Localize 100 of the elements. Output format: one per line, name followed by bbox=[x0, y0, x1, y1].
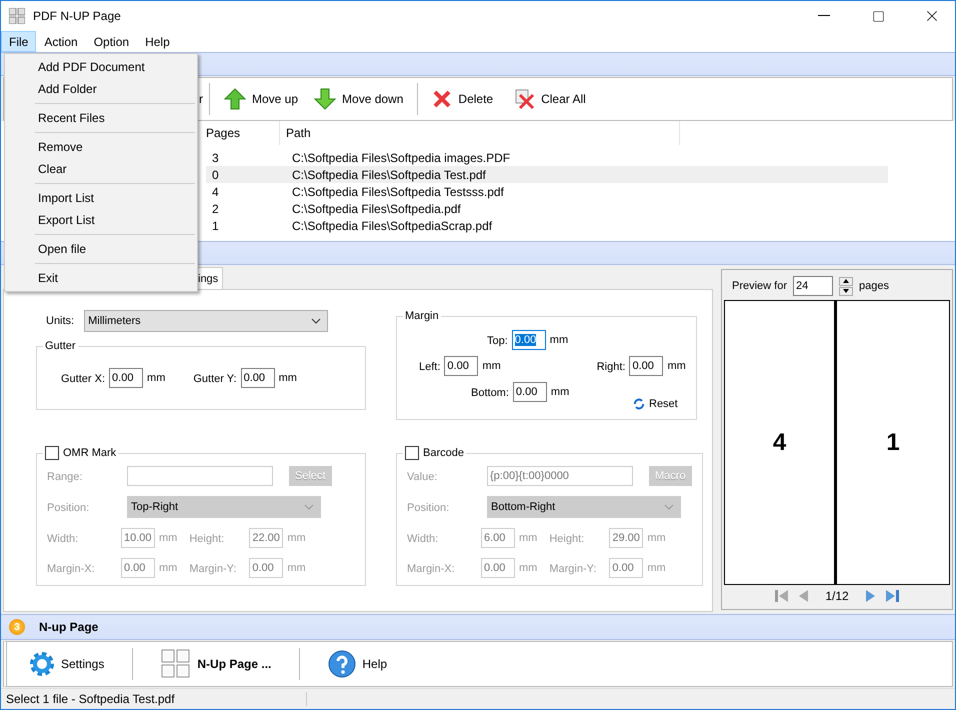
unit-label: mm bbox=[159, 532, 178, 544]
unit-label: mm bbox=[550, 386, 570, 398]
menu-item[interactable]: Add PDF Document bbox=[5, 56, 197, 78]
spin-up-button[interactable] bbox=[839, 276, 854, 286]
menu-item[interactable]: Exit bbox=[5, 267, 197, 289]
menu-item[interactable]: Recent Files bbox=[5, 107, 197, 129]
table-row[interactable]: 0 C:\Softpedia Files\Softpedia Test.pdf bbox=[206, 166, 888, 183]
field-label: Preview for bbox=[732, 280, 788, 292]
chevron-icon bbox=[664, 504, 674, 510]
unit-label: mm bbox=[647, 532, 666, 544]
last-page-icon[interactable] bbox=[884, 590, 899, 602]
four-pages-icon bbox=[161, 649, 192, 679]
field-label: pages bbox=[859, 280, 890, 292]
unit-label: mm bbox=[667, 360, 686, 372]
up-triangle-icon bbox=[843, 279, 850, 283]
field-label: Width: bbox=[407, 533, 438, 545]
menu-item[interactable]: Option bbox=[86, 31, 138, 52]
menu-item[interactable]: Remove bbox=[5, 136, 197, 158]
section-title: N-up Page bbox=[39, 620, 98, 634]
action-button[interactable]: Settings bbox=[7, 645, 126, 683]
unit-label: mm bbox=[519, 562, 538, 574]
units-dropdown[interactable]: Millimeters bbox=[84, 310, 328, 332]
table-row[interactable]: 3 C:\Softpedia Files\Softpedia images.PDF bbox=[206, 149, 888, 166]
checkbox-label: Barcode bbox=[423, 447, 464, 459]
toolbar-button[interactable]: Delete bbox=[424, 82, 502, 116]
menu-item[interactable]: File bbox=[1, 31, 36, 52]
arrow-down-icon bbox=[314, 88, 336, 110]
action-button[interactable]: Help bbox=[306, 645, 410, 683]
field-label: Units: bbox=[46, 315, 74, 327]
reset-button[interactable]: Reset bbox=[633, 398, 678, 410]
unit-label: mm bbox=[519, 532, 538, 544]
previous-icon[interactable] bbox=[799, 590, 810, 602]
menu-item[interactable]: Open file bbox=[5, 238, 197, 260]
help-icon bbox=[328, 650, 356, 678]
toolbar-button[interactable]: Move up bbox=[216, 82, 306, 116]
group-title: Margin bbox=[405, 310, 439, 322]
number-field[interactable]: 0.00 bbox=[629, 356, 664, 376]
menu-item[interactable]: Import List bbox=[5, 187, 197, 209]
menu-item[interactable]: Help bbox=[137, 31, 178, 52]
maximize-icon bbox=[872, 10, 884, 22]
table-row[interactable]: 2 C:\Softpedia Files\Softpedia.pdf bbox=[206, 200, 888, 217]
field-label: Margin-X: bbox=[407, 563, 455, 575]
status-text: Select 1 file - Softpedia Test.pdf bbox=[1, 692, 307, 706]
refresh-icon bbox=[633, 398, 645, 410]
field-label: Gutter Y: bbox=[193, 373, 237, 385]
number-field[interactable]: 0.00 bbox=[512, 330, 546, 350]
field-label: Value: bbox=[407, 471, 438, 483]
field-label: Margin-Y: bbox=[189, 563, 236, 575]
unit-label: mm bbox=[287, 562, 306, 574]
number-field[interactable]: 0.00 bbox=[240, 368, 275, 388]
toolbar-button[interactable]: Clear All bbox=[507, 82, 594, 116]
menu-item[interactable]: Action bbox=[36, 31, 86, 52]
page-count-field[interactable]: 24 bbox=[793, 276, 834, 296]
unit-label: mm bbox=[550, 334, 568, 346]
column-header[interactable]: Pages bbox=[200, 121, 280, 145]
action-button[interactable]: N-Up Page ... bbox=[139, 645, 294, 683]
app-icon bbox=[9, 8, 25, 24]
number-field[interactable]: 0.00 bbox=[512, 382, 547, 402]
number-field[interactable]: 0.00 bbox=[444, 356, 478, 376]
first-page-icon[interactable] bbox=[775, 590, 790, 602]
window-title: PDF N-UP Page bbox=[33, 9, 122, 23]
gear-icon bbox=[29, 651, 55, 677]
toolbar-button[interactable]: Move down bbox=[306, 82, 412, 116]
chevron-icon bbox=[304, 504, 314, 510]
menu-item[interactable]: Export List bbox=[5, 209, 197, 231]
field-label: Position: bbox=[47, 502, 90, 514]
unit-label: mm bbox=[647, 562, 666, 574]
unit-label: mm bbox=[278, 372, 297, 384]
field-label: Height: bbox=[189, 533, 224, 545]
tab[interactable]: ings bbox=[197, 267, 224, 289]
column-header[interactable]: Path bbox=[280, 121, 680, 145]
field-label: Bottom: bbox=[471, 387, 509, 399]
delete-icon bbox=[432, 89, 452, 109]
menu-item[interactable]: Clear bbox=[5, 158, 197, 180]
button-label: r bbox=[199, 92, 203, 106]
menu-item[interactable]: Add Folder bbox=[5, 78, 197, 100]
field-label: Left: bbox=[419, 361, 440, 373]
chevron-icon bbox=[311, 318, 322, 324]
field-label: Height: bbox=[549, 533, 584, 545]
group-title: Gutter bbox=[45, 340, 76, 352]
checkbox-label: OMR Mark bbox=[63, 447, 116, 459]
field-label: Range: bbox=[47, 471, 82, 483]
spin-down-button[interactable] bbox=[839, 286, 854, 296]
down-triangle-icon bbox=[843, 289, 850, 293]
table-row[interactable]: 1 C:\Softpedia Files\SoftpediaScrap.pdf bbox=[206, 217, 888, 234]
step-badge: 3 bbox=[9, 619, 25, 635]
field-label: Right: bbox=[596, 361, 626, 373]
unit-label: mm bbox=[482, 360, 501, 372]
field-label: Gutter X: bbox=[61, 373, 106, 385]
unit-label: mm bbox=[147, 372, 166, 384]
unit-label: mm bbox=[159, 562, 178, 574]
page-preview: 4 bbox=[725, 301, 837, 584]
field-label: Margin-X: bbox=[47, 563, 95, 575]
page-indicator: 1/12 bbox=[825, 589, 849, 603]
number-field[interactable]: 0.00 bbox=[109, 368, 144, 388]
arrow-up-icon bbox=[224, 88, 246, 110]
table-row[interactable]: 4 C:\Softpedia Files\Softpedia Testsss.pdf bbox=[206, 183, 888, 200]
field-label: Margin-Y: bbox=[549, 563, 596, 575]
next-icon[interactable] bbox=[864, 590, 875, 602]
unit-label: mm bbox=[287, 532, 306, 544]
